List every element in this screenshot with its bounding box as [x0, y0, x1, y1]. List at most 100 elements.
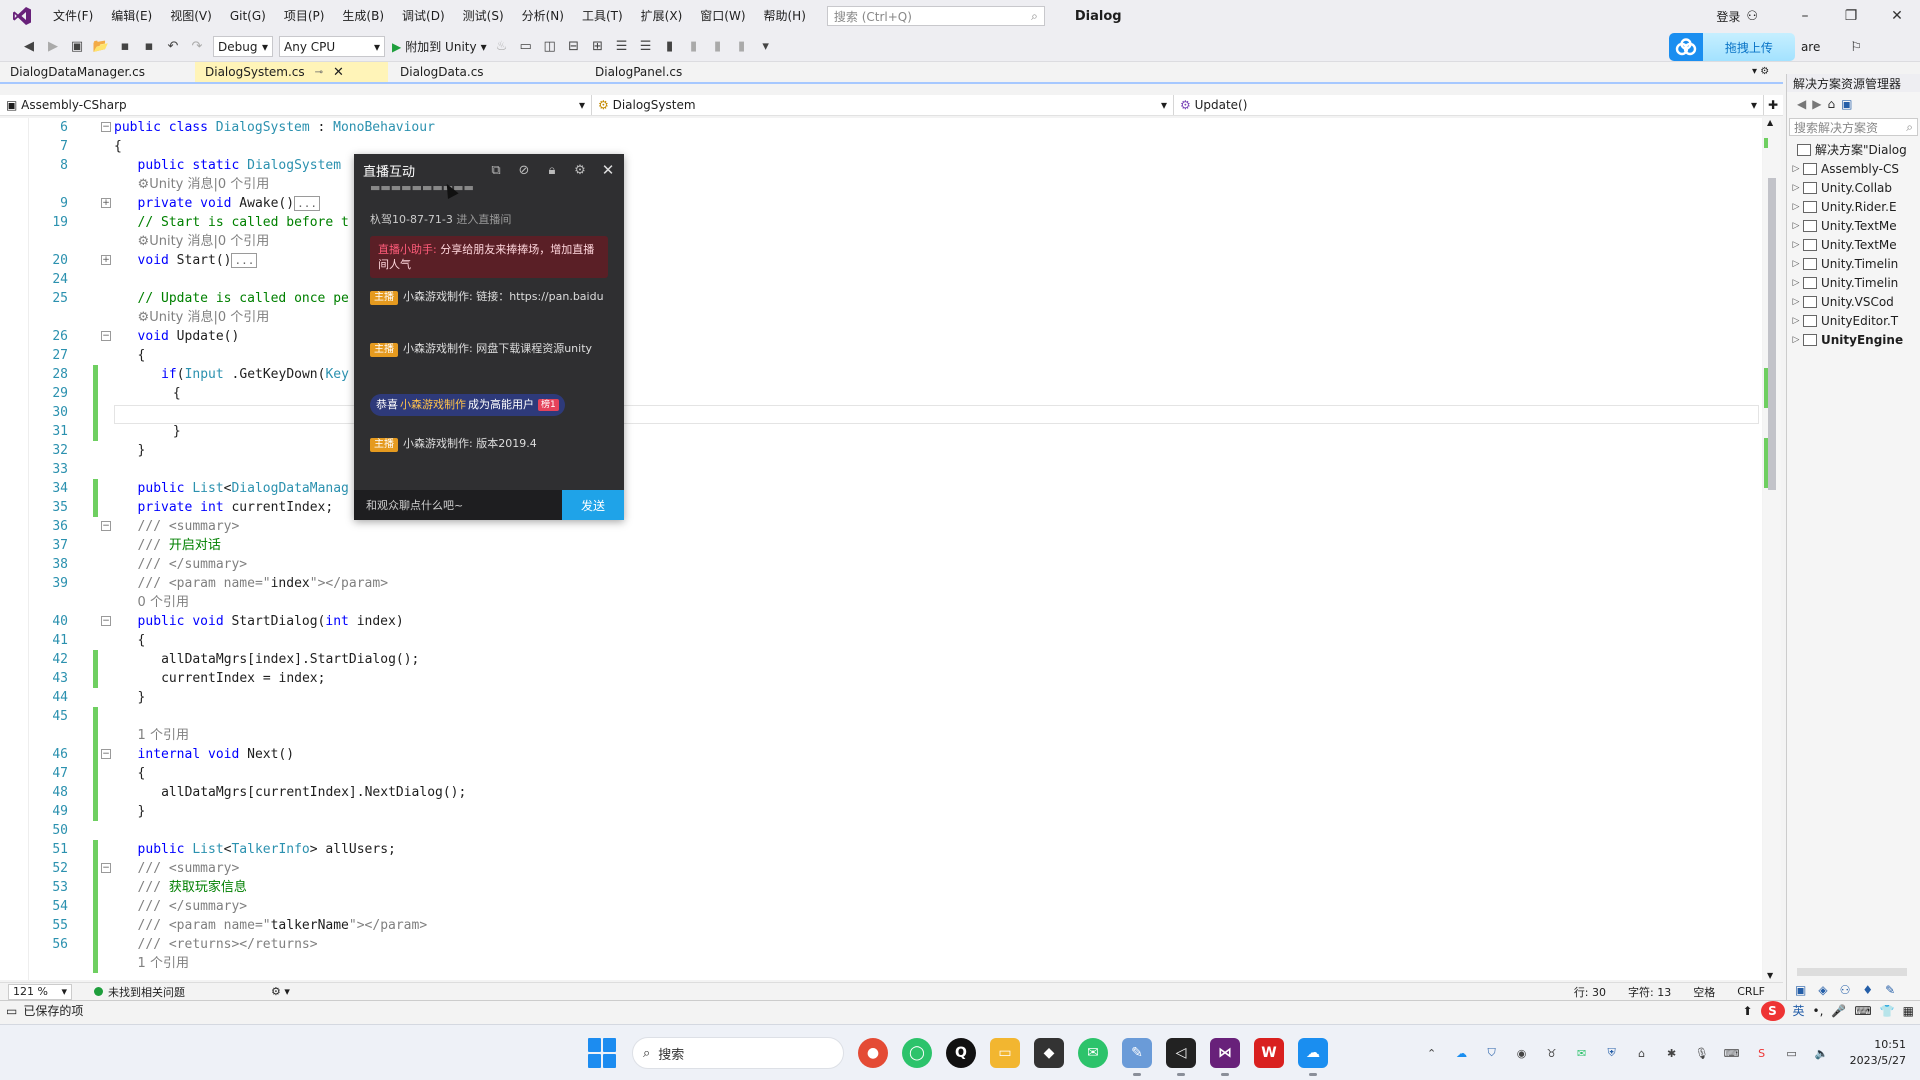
- bookmark-prev-icon[interactable]: ▮: [683, 36, 705, 58]
- switch-views-icon[interactable]: ▣: [1841, 97, 1852, 111]
- expand-icon[interactable]: +: [101, 255, 111, 265]
- ime-mode[interactable]: 英: [1793, 1002, 1805, 1019]
- config-select[interactable]: Debug ▾: [213, 36, 273, 57]
- scroll-thumb[interactable]: [1768, 178, 1776, 490]
- zoom-select[interactable]: 121 % ▾: [8, 983, 72, 1000]
- tab-document[interactable]: DialogDataManager.cs: [0, 62, 193, 82]
- lock-icon[interactable]: 🔒︎: [544, 162, 560, 178]
- screenshot-icon[interactable]: ◫: [539, 36, 561, 58]
- live-message-list[interactable]: ▬▬▬▬▬▬▬▬▬▬ 杁驾10-87-71-3 进入直播间 直播小助手: 分享给…: [354, 186, 624, 486]
- security-icon[interactable]: ⛨: [1604, 1045, 1620, 1061]
- sogou-ime-icon[interactable]: S: [1760, 1000, 1785, 1021]
- cloud-upload-icon[interactable]: [1668, 33, 1703, 61]
- forward-icon[interactable]: ▶: [42, 36, 64, 58]
- upload-button[interactable]: 拖拽上传: [1702, 33, 1795, 61]
- skin-icon[interactable]: 👕: [1880, 1004, 1895, 1018]
- bluetooth-icon[interactable]: ✱: [1664, 1045, 1680, 1061]
- punctuation-icon[interactable]: •,: [1813, 1004, 1824, 1018]
- gear-icon[interactable]: ⚙: [572, 162, 588, 178]
- solution-explorer-tab-icon[interactable]: ▣: [1795, 983, 1806, 997]
- onedrive-icon[interactable]: ☁: [1454, 1045, 1470, 1061]
- login-link[interactable]: 登录: [1716, 8, 1740, 25]
- menu-item[interactable]: 工具(T): [573, 0, 632, 32]
- back-icon[interactable]: ◀: [18, 36, 40, 58]
- split-editor-icon[interactable]: ✚: [1768, 98, 1778, 112]
- git-branch-icon[interactable]: ⚙ ▾: [271, 985, 290, 998]
- overflow-icon[interactable]: ▾: [755, 36, 777, 58]
- flame-icon[interactable]: ♨: [491, 36, 513, 58]
- cat-icon[interactable]: ♉: [1544, 1045, 1560, 1061]
- toolbox-icon[interactable]: ▦: [1903, 1004, 1914, 1018]
- line-ending[interactable]: CRLF: [1737, 985, 1765, 998]
- notifications-icon[interactable]: ♦: [1862, 983, 1873, 997]
- solution-project-item[interactable]: ▷ Unity.Timelin: [1787, 254, 1920, 273]
- layout-icon[interactable]: ⊟: [563, 36, 585, 58]
- collapse-icon[interactable]: −: [101, 863, 111, 873]
- close-window-button[interactable]: ✕: [1874, 0, 1920, 32]
- tab-document[interactable]: DialogSystem.cs ⊸ ✕: [195, 62, 388, 82]
- menu-item[interactable]: 编辑(E): [102, 0, 161, 32]
- expand-icon[interactable]: +: [101, 198, 111, 208]
- mute-icon[interactable]: ⊘: [516, 162, 532, 178]
- close-tab-icon[interactable]: ✕: [333, 65, 344, 80]
- type-dropdown[interactable]: ⚙ DialogSystem ▾: [592, 95, 1174, 115]
- scroll-up-icon[interactable]: ▲: [1767, 118, 1773, 127]
- up-arrow-icon[interactable]: ⬆: [1742, 1004, 1752, 1018]
- unity-icon[interactable]: ◆: [1034, 1038, 1064, 1068]
- tab-overflow-icon[interactable]: ▾ ⚙: [1752, 66, 1769, 77]
- redo-icon[interactable]: ↷: [186, 36, 208, 58]
- send-button[interactable]: 发送: [562, 490, 624, 520]
- menu-item[interactable]: 项目(P): [275, 0, 334, 32]
- solution-search-input[interactable]: 搜索解决方案资 ⌕: [1789, 118, 1918, 136]
- shield-icon[interactable]: ⛉: [1484, 1045, 1500, 1061]
- member-dropdown[interactable]: ⚙ Update() ▾: [1174, 95, 1764, 115]
- menu-item[interactable]: 视图(V): [161, 0, 221, 32]
- home-icon[interactable]: ⌂: [1827, 97, 1835, 111]
- clock[interactable]: 10:51 2023/5/27: [1850, 1037, 1906, 1069]
- forward-icon[interactable]: ▶: [1812, 97, 1821, 111]
- chrome-icon[interactable]: ●: [858, 1038, 888, 1068]
- microphone-tray-icon[interactable]: 🎙: [1694, 1045, 1710, 1061]
- file-explorer-icon[interactable]: ▭: [990, 1038, 1020, 1068]
- network-app-icon[interactable]: ◉: [1514, 1045, 1530, 1061]
- chat-app-icon[interactable]: ◯: [902, 1038, 932, 1068]
- expand-arrow-icon[interactable]: ▷: [1789, 240, 1803, 250]
- wechat-tray-icon[interactable]: ✉: [1574, 1045, 1590, 1061]
- collapse-icon[interactable]: −: [101, 749, 111, 759]
- taskbar-search[interactable]: ⌕ 搜索: [632, 1037, 844, 1069]
- solution-root[interactable]: 解决方案"Dialog: [1787, 140, 1920, 159]
- unity-hub-icon[interactable]: ◁: [1166, 1038, 1196, 1076]
- cloud-upload-taskbar-icon[interactable]: ☁: [1298, 1038, 1328, 1076]
- expand-arrow-icon[interactable]: ▷: [1789, 335, 1803, 345]
- notepad-icon[interactable]: ✎: [1122, 1038, 1152, 1076]
- qq-icon[interactable]: Q: [946, 1038, 976, 1068]
- menu-item[interactable]: Git(G): [221, 0, 275, 32]
- solution-horizontal-scrollbar[interactable]: [1797, 968, 1907, 976]
- expand-arrow-icon[interactable]: ▷: [1789, 316, 1803, 326]
- bookmark-clear-icon[interactable]: ▮: [731, 36, 753, 58]
- collapse-icon[interactable]: −: [101, 122, 111, 132]
- solution-project-item[interactable]: ▷ UnityEditor.T: [1787, 311, 1920, 330]
- issues-indicator[interactable]: 未找到相关问题: [94, 984, 185, 1000]
- git-changes-icon[interactable]: ◈: [1818, 983, 1827, 997]
- network-icon[interactable]: ▭: [1784, 1045, 1800, 1061]
- open-folder-icon[interactable]: 📂: [90, 36, 112, 58]
- account-icon[interactable]: ⚇: [1746, 9, 1758, 24]
- microphone-icon[interactable]: 🎤: [1831, 1004, 1846, 1018]
- save-all-icon[interactable]: ▪: [138, 36, 160, 58]
- platform-select[interactable]: Any CPU ▾: [279, 36, 385, 57]
- popout-icon[interactable]: ⧉: [488, 162, 504, 178]
- editor-vertical-scrollbar[interactable]: ▲ ▼: [1763, 118, 1781, 980]
- menu-item[interactable]: 生成(B): [333, 0, 393, 32]
- expand-arrow-icon[interactable]: ▷: [1789, 221, 1803, 231]
- code-editor[interactable]: 6− public class DialogSystem : MonoBehavi…: [0, 118, 1762, 980]
- share-label[interactable]: are: [1801, 40, 1820, 54]
- pin-icon[interactable]: ⊸: [315, 67, 323, 78]
- properties-icon[interactable]: ✎: [1885, 983, 1895, 997]
- solution-project-item[interactable]: ▷ Unity.Collab: [1787, 178, 1920, 197]
- restore-button[interactable]: ❐: [1828, 0, 1874, 32]
- outdent-icon[interactable]: ☰: [635, 36, 657, 58]
- menu-item[interactable]: 窗口(W): [691, 0, 754, 32]
- save-icon[interactable]: ▪: [114, 36, 136, 58]
- search-input[interactable]: 搜索 (Ctrl+Q) ⌕: [826, 6, 1045, 26]
